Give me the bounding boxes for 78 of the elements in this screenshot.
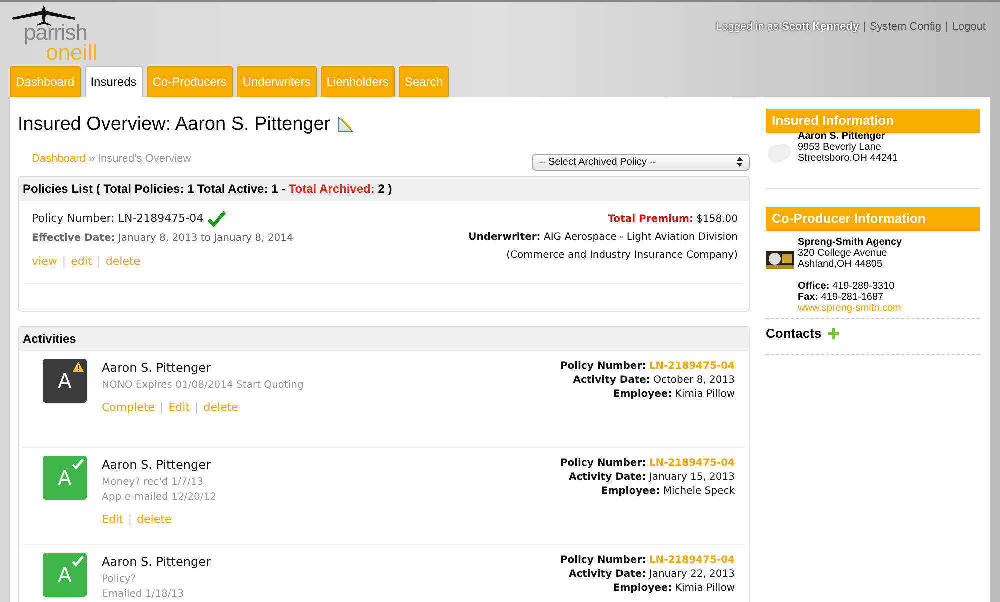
agency-office: Office: 419-289-3310 [798, 281, 896, 292]
agency-logo [766, 251, 794, 269]
activity-date: Activity Date: October 8, 2013 [572, 374, 735, 388]
agency-name: Spreng-Smith Agency [798, 237, 902, 248]
insured-address: 9953 Beverly Lane [798, 142, 882, 152]
check-icon [72, 556, 84, 566]
link-separator: | [128, 512, 132, 528]
header-link[interactable]: Logout [952, 18, 986, 36]
action-link[interactable]: delete [204, 400, 238, 416]
action-link[interactable]: Edit [102, 512, 124, 528]
nav-tab[interactable]: Lienholders [320, 66, 395, 97]
link-separator: | [97, 254, 101, 270]
updown-icon [737, 157, 743, 167]
insured-name: Aaron S. Pittenger [798, 130, 886, 142]
breadcrumb-link[interactable]: Dashboard [32, 150, 86, 168]
nav-tab[interactable]: Insureds [84, 66, 143, 97]
link-separator: | [945, 20, 948, 35]
action-link[interactable]: view [32, 254, 58, 270]
contacts-heading: Contacts [766, 325, 822, 343]
agency-city: Ashland,OH 44805 [798, 259, 884, 270]
effective-dates: Effective Date: January 8, 2013 to January 8, 2014 [32, 232, 294, 246]
page-title: Insured Overview: Aaron S. Pittenger [18, 113, 331, 137]
link-separator: | [863, 20, 866, 35]
logo[interactable]: parrish oneill [10, 2, 120, 62]
action-link[interactable]: delete [106, 254, 141, 270]
activity-badge: A [43, 456, 87, 500]
activity-policy: Policy Number: LN-2189475-04 [560, 360, 735, 374]
logo-text: parrish [24, 22, 88, 44]
action-link[interactable]: Edit [168, 400, 190, 416]
panel-title: Activities [23, 330, 76, 348]
panel-title: Policies List ( Total Policies: 1 Total Active: 1 - Total Archived: 2 ) [23, 180, 392, 198]
nav-tab[interactable]: Dashboard [10, 66, 81, 97]
activity-note: Money? rec'd 1/7/13 [102, 476, 205, 488]
activity-date: Activity Date: January 22, 2013 [568, 568, 735, 582]
activity-employee: Employee: Kimia Pillow [612, 582, 735, 596]
breadcrumb-current: Insured's Overview [98, 152, 192, 167]
insured-city: Streetsboro,OH 44241 [798, 152, 898, 164]
agency-website[interactable]: www.spreng-smith.com [798, 303, 902, 314]
underwriter-company: (Commerce and Industry Insurance Company) [506, 248, 738, 262]
activity-badge: A [43, 552, 87, 596]
activity-note: Emailed 1/18/13 [102, 588, 185, 600]
activity-policy: Policy Number: LN-2189475-04 [560, 456, 735, 470]
activity-note: App e-mailed 12/20/12 [102, 490, 216, 504]
header-link[interactable]: System Config [870, 18, 942, 36]
activity-badge: A [43, 358, 87, 402]
activity-employee: Employee: Michele Speck [600, 484, 735, 498]
logo-text: oneill [46, 42, 98, 64]
activity-note: NONO Expires 01/08/2014 Start Quoting [102, 378, 304, 392]
activity-name: Aaron S. Pittenger [102, 456, 212, 474]
nav-tab[interactable]: Co-Producers [146, 66, 233, 97]
activity-policy: Policy Number: LN-2189475-04 [560, 554, 735, 568]
section-header: Co-Producer Information [766, 207, 980, 231]
edit-icon[interactable] [336, 116, 355, 134]
activity-date: Activity Date: January 15, 2013 [568, 470, 735, 484]
action-link[interactable]: edit [71, 254, 92, 270]
activity-employee: Employee: Kimia Pillow [612, 388, 735, 402]
activity-name: Aaron S. Pittenger [102, 360, 212, 376]
login-status: Logged in as Scott Kennedy [716, 20, 860, 35]
agency-fax: Fax: 419-281-1687 [798, 292, 885, 303]
agency-address: 320 College Avenue [798, 248, 888, 259]
check-icon [72, 458, 84, 470]
action-link[interactable]: Complete [102, 400, 156, 416]
activity-name: Aaron S. Pittenger [102, 554, 211, 570]
nav-tab[interactable]: Underwriters [236, 66, 317, 97]
airplane-icon [10, 4, 78, 26]
link-separator: | [195, 400, 199, 416]
link-separator: | [160, 400, 164, 416]
link-separator: | [62, 254, 66, 270]
nav-tab[interactable]: Search [398, 66, 449, 97]
warning-icon [73, 362, 84, 372]
policy-number: Policy Number: LN-2189475-04 [32, 210, 204, 226]
underwriter: Underwriter: AIG Aerospace - Light Aviation Division [468, 230, 738, 244]
activity-note: Policy? [102, 572, 138, 586]
breadcrumb-separator: » [88, 152, 95, 167]
section-header: Insured Information [766, 109, 980, 133]
action-link[interactable]: delete [137, 512, 172, 528]
archived-policy-select[interactable]: -- Select Archived Policy -- [532, 154, 750, 170]
total-premium: Total Premium: $158.00 [607, 212, 738, 226]
